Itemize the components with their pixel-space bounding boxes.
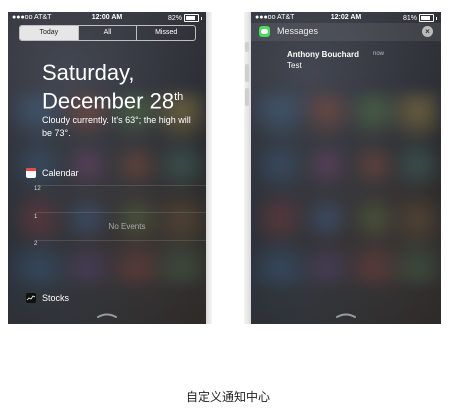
tab-missed[interactable]: Missed — [137, 26, 195, 40]
calendar-hour-line — [36, 240, 206, 241]
battery-percent: 82% — [167, 14, 182, 22]
battery-indicator: 82% — [168, 14, 202, 22]
calendar-hour-line — [36, 212, 206, 213]
date-weekday: Saturday, — [42, 60, 135, 85]
phone-frame-edge — [244, 12, 251, 324]
calendar-icon — [26, 168, 36, 178]
today-date: Saturday, December 28th — [42, 60, 183, 113]
close-icon[interactable]: × — [422, 26, 433, 37]
weather-summary: Cloudy currently. It's 63°; the high wil… — [42, 115, 191, 138]
message-sender: Anthony Bouchard — [287, 50, 359, 59]
battery-percent: 81% — [402, 14, 417, 22]
messages-title: Messages — [277, 26, 319, 36]
messages-header[interactable]: Messages × — [251, 23, 441, 41]
tab-all[interactable]: All — [79, 26, 138, 40]
message-time: now — [373, 51, 385, 57]
notification-tabs: Today All Missed — [19, 25, 196, 41]
no-events-label: No Events — [108, 222, 146, 231]
grabber-handle[interactable] — [336, 313, 356, 318]
tab-today[interactable]: Today — [20, 26, 79, 40]
battery-icon — [419, 14, 434, 22]
phone-frame-edge — [206, 12, 212, 324]
hour-label: 1 — [34, 214, 38, 220]
message-body: Test — [287, 61, 302, 70]
grabber-handle[interactable] — [97, 313, 117, 318]
messages-icon — [259, 26, 270, 37]
hour-label: 2 — [34, 241, 38, 247]
hour-label: 12 — [34, 186, 41, 192]
notification-center-today: ●●●oo AT&T 12:00 AM 82% Today All Missed… — [8, 12, 206, 324]
date-month-day: December 28 — [42, 88, 175, 114]
figure-caption: 自定义通知中心 — [185, 390, 270, 404]
battery-indicator: 81% — [403, 14, 437, 22]
calendar-title: Calendar — [42, 168, 79, 178]
blurred-home-screen — [251, 92, 441, 284]
status-bar: ●●●oo AT&T 12:00 AM 82% — [8, 12, 206, 25]
calendar-hour-line — [36, 185, 206, 186]
notification-center-messages: ●●●oo AT&T 12:02 AM 81% Messages × Antho… — [251, 12, 441, 324]
stocks-icon — [26, 293, 36, 303]
battery-icon — [184, 14, 199, 22]
date-suffix: th — [174, 91, 184, 103]
stocks-title: Stocks — [42, 293, 70, 303]
